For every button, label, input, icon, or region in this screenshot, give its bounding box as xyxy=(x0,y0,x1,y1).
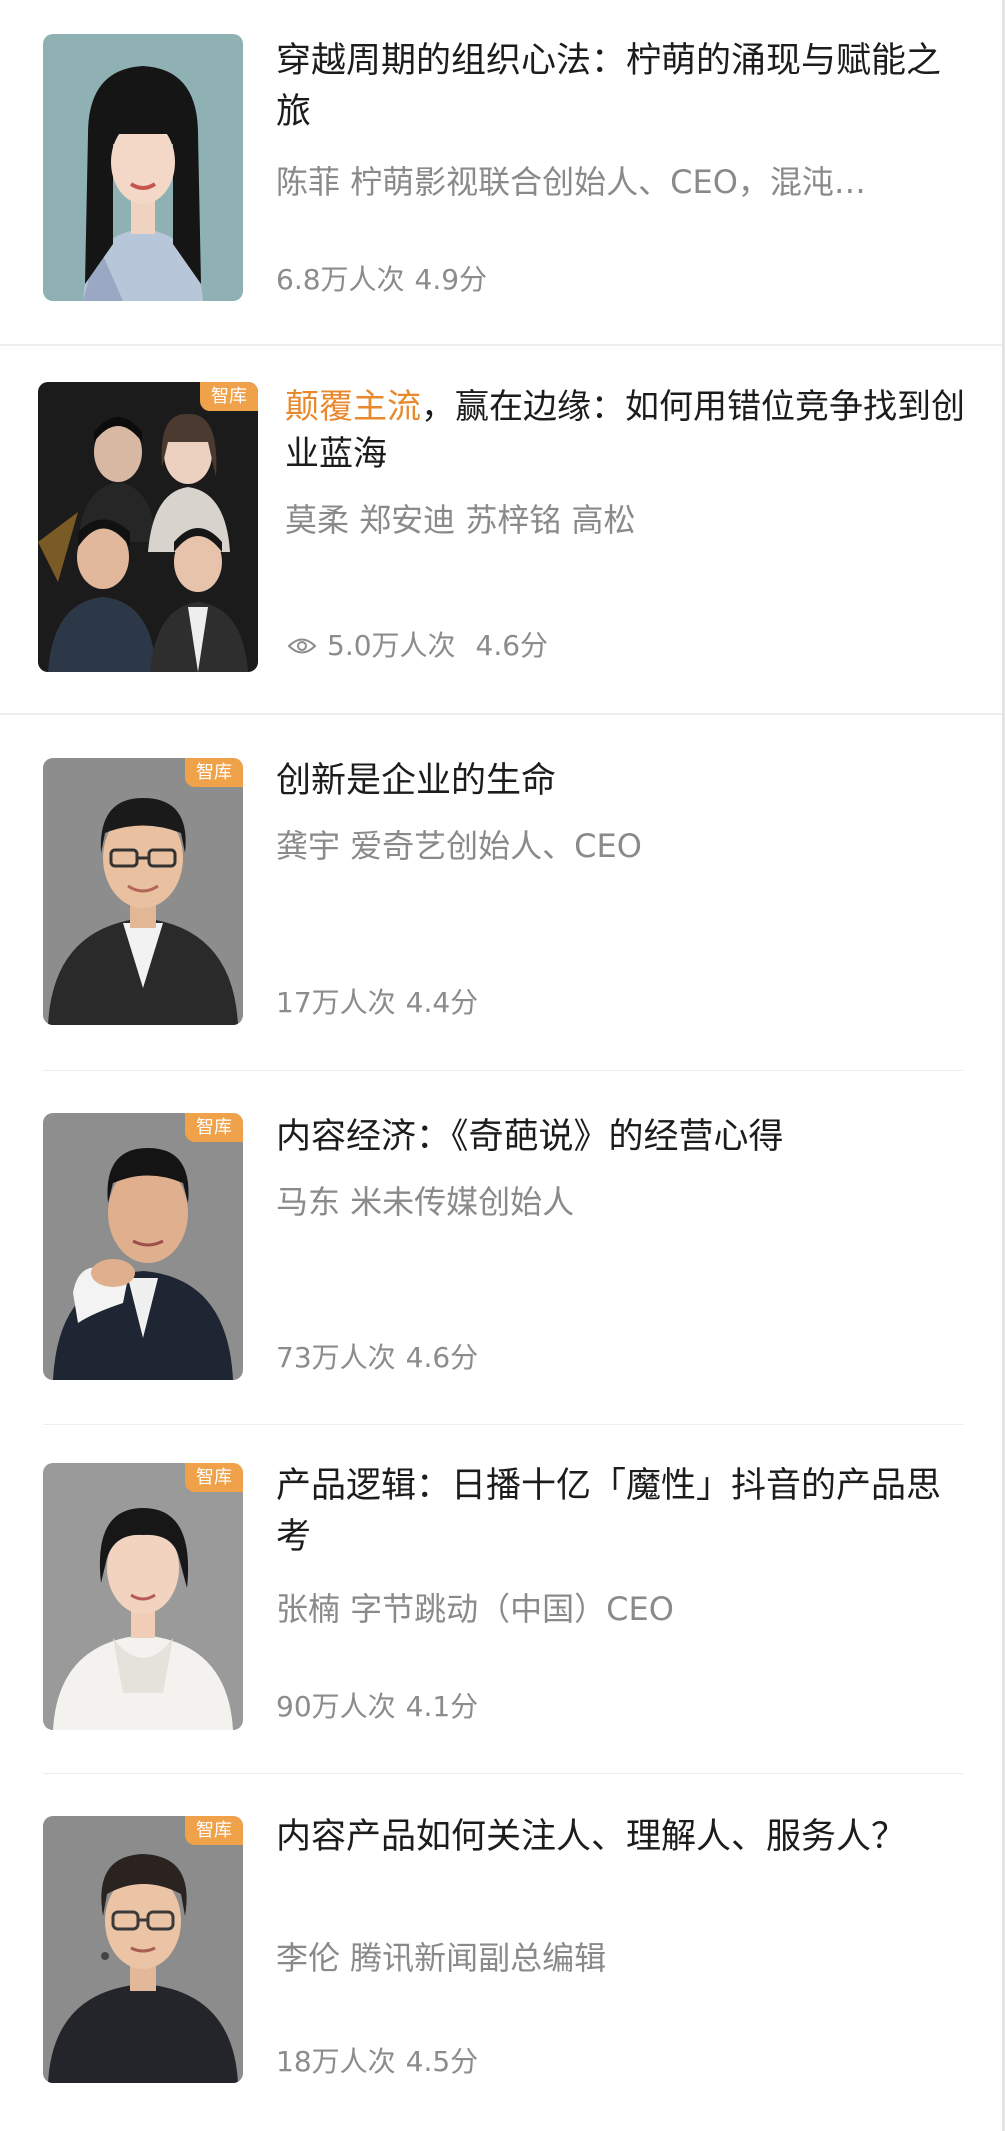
course-title[interactable]: 穿越周期的组织心法：柠萌的涌现与赋能之旅 xyxy=(276,36,966,138)
course-thumbnail[interactable]: 智库 xyxy=(38,382,258,672)
course-speaker: 张楠 字节跳动（中国）CEO xyxy=(276,1590,674,1628)
view-count: 90万人次 xyxy=(276,1690,396,1723)
rating: 4.9分 xyxy=(414,263,488,296)
view-count: 5.0万人次 xyxy=(327,629,456,662)
course-title[interactable]: 产品逻辑：日播十亿「魔性」抖音的产品思考 xyxy=(276,1461,966,1563)
course-card[interactable]: 穿越周期的组织心法：柠萌的涌现与赋能之旅 陈菲 柠萌影视联合创始人、CEO，混沌… xyxy=(0,0,1005,345)
zhiku-tag: 智库 xyxy=(185,758,243,787)
group-portrait-four-icon xyxy=(38,382,258,672)
course-speaker: 马东 米未传媒创始人 xyxy=(276,1183,575,1221)
course-thumbnail[interactable]: 智库 xyxy=(43,1463,243,1730)
zhiku-tag: 智库 xyxy=(200,382,258,411)
course-title[interactable]: 颠覆主流，赢在边缘：如何用错位竞争找到创业蓝海 xyxy=(285,384,975,478)
course-card[interactable]: 智库 创新是企业的生命 龚宇 爱奇艺创始人、CEO 17万人次 4.4分 xyxy=(0,715,1005,1070)
portrait-man-glasses-mic-icon xyxy=(43,1816,243,2083)
course-speaker: 陈菲 柠萌影视联合创始人、CEO，混沌… xyxy=(276,163,866,201)
rating: 4.5分 xyxy=(405,2045,479,2078)
zhiku-tag: 智库 xyxy=(185,1463,243,1492)
view-count: 73万人次 xyxy=(276,1341,396,1374)
rating: 4.6分 xyxy=(405,1341,479,1374)
zhiku-tag: 智库 xyxy=(185,1113,243,1142)
course-stats: 6.8万人次 4.9分 xyxy=(276,260,487,300)
portrait-woman-short-hair-icon xyxy=(43,1463,243,1730)
portrait-woman-bangs-icon xyxy=(43,34,243,301)
course-card[interactable]: 智库 内容经济：《奇葩说》的经营心得 马东 米未传媒创始人 73万人次 4.6分 xyxy=(0,1071,1005,1424)
course-speaker: 李伦 腾讯新闻副总编辑 xyxy=(276,1939,607,1977)
course-title[interactable]: 内容产品如何关注人、理解人、服务人？ xyxy=(276,1812,966,1863)
rating: 4.4分 xyxy=(405,986,479,1019)
course-title[interactable]: 创新是企业的生命 xyxy=(276,756,966,807)
view-count: 18万人次 xyxy=(276,2045,396,2078)
course-title[interactable]: 内容经济：《奇葩说》的经营心得 xyxy=(276,1112,966,1163)
rating: 4.1分 xyxy=(405,1690,479,1723)
course-thumbnail[interactable]: 智库 xyxy=(43,1816,243,2083)
portrait-man-glasses-icon xyxy=(43,758,243,1025)
course-stats: 18万人次 4.5分 xyxy=(276,2042,478,2082)
course-stats: 17万人次 4.4分 xyxy=(276,983,478,1023)
course-thumbnail[interactable] xyxy=(43,34,243,301)
course-card[interactable]: 智库 内容产品如何关注人、理解人、服务人？ 李伦 腾讯新闻副总编辑 18万人次 … xyxy=(0,1774,1005,2131)
course-thumbnail[interactable]: 智库 xyxy=(43,1113,243,1380)
course-speaker: 龚宇 爱奇艺创始人、CEO xyxy=(276,827,642,865)
course-thumbnail[interactable]: 智库 xyxy=(43,758,243,1025)
course-card[interactable]: 智库 产品逻辑：日播十亿「魔性」抖音的产品思考 张楠 字节跳动（中国）CEO 9… xyxy=(0,1425,1005,1773)
view-count: 17万人次 xyxy=(276,986,396,1019)
view-count: 6.8万人次 xyxy=(276,263,405,296)
rating: 4.6分 xyxy=(475,629,549,662)
eye-icon xyxy=(287,638,317,654)
course-card[interactable]: 智库 颠覆主流，赢在边缘：如何用错位竞争找到创业蓝海 莫柔 郑安迪 苏梓铭 高松… xyxy=(0,346,1005,714)
title-highlight: 颠覆主流 xyxy=(285,387,421,427)
course-stats: 73万人次 4.6分 xyxy=(276,1338,478,1378)
course-stats: 90万人次 4.1分 xyxy=(276,1687,478,1727)
portrait-man-hand-chin-icon xyxy=(43,1113,243,1380)
course-speaker: 莫柔 郑安迪 苏梓铭 高松 xyxy=(285,501,636,539)
course-stats: 5.0万人次 4.6分 xyxy=(287,626,548,666)
zhiku-tag: 智库 xyxy=(185,1816,243,1845)
